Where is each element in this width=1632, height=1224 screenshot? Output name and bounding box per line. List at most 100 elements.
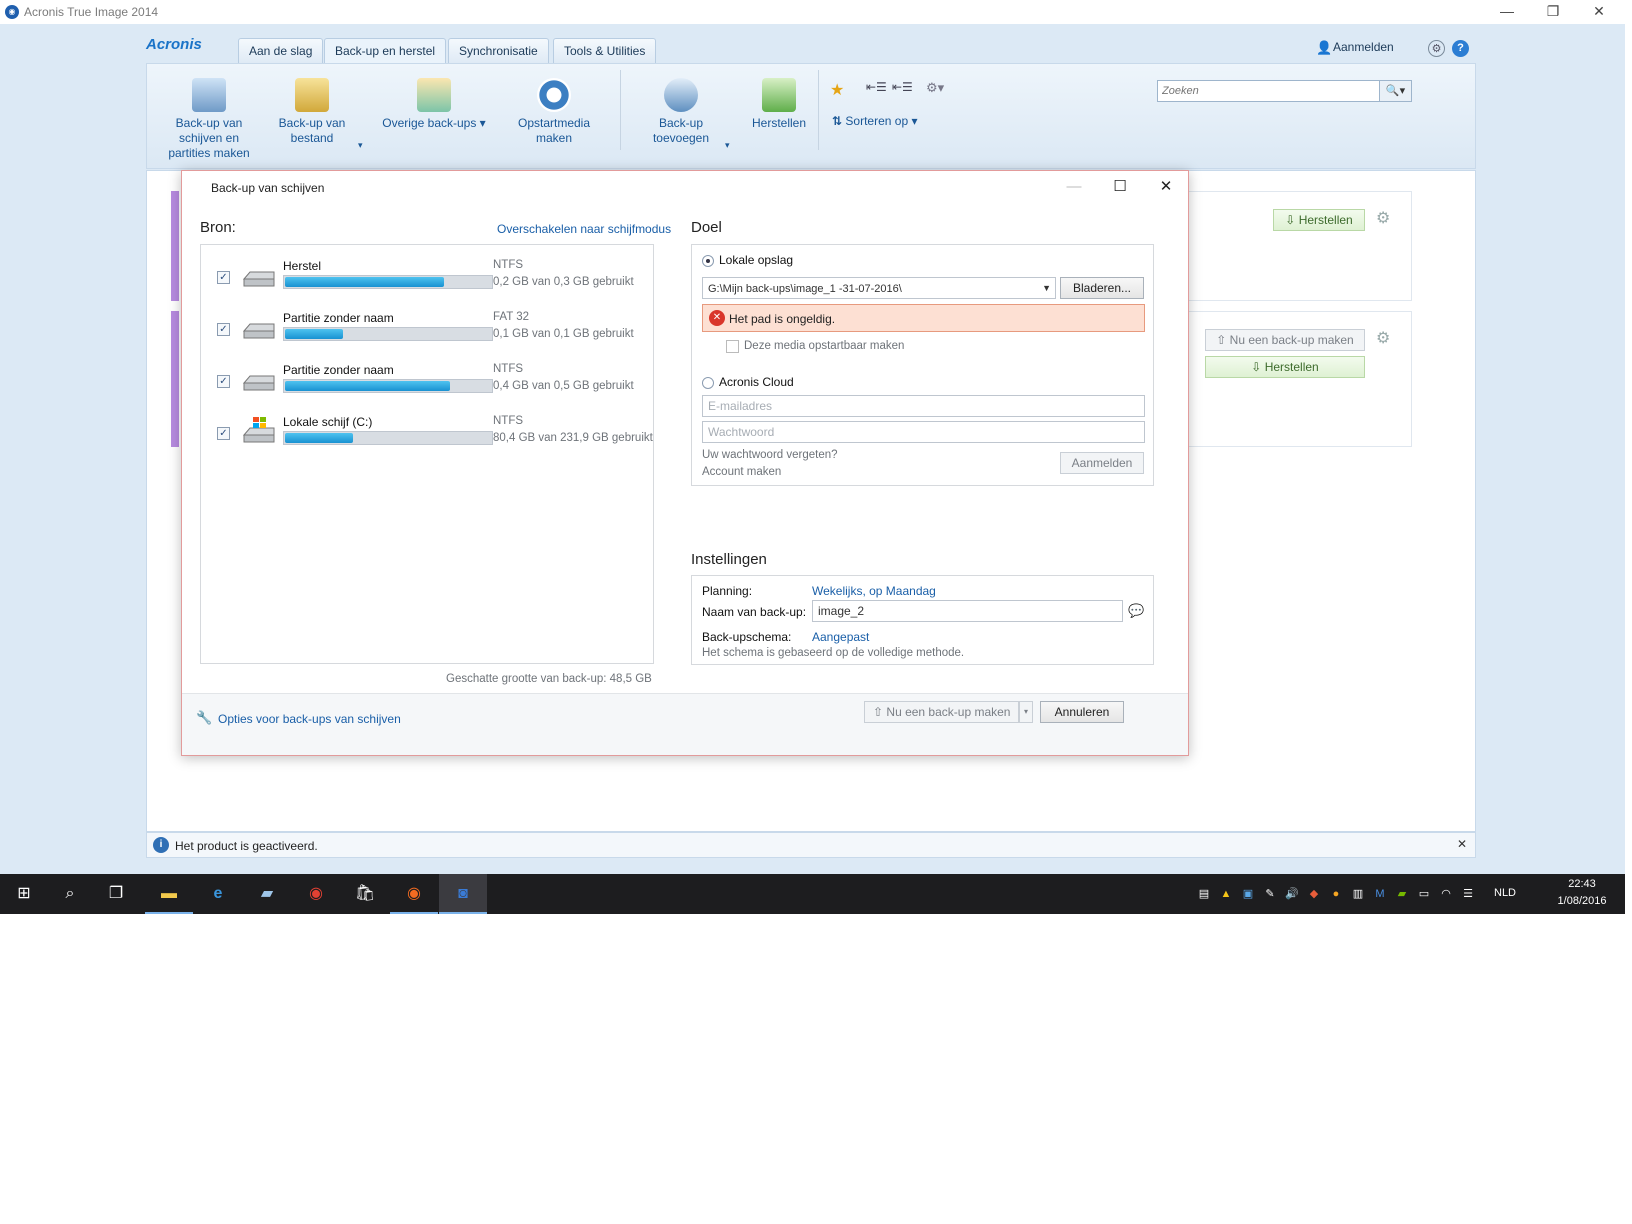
status-bar: i Het product is geactiveerd. ✕: [146, 832, 1476, 858]
search-icon[interactable]: 🔍▾: [1379, 81, 1411, 101]
tray-device-icon[interactable]: ▤: [1196, 886, 1212, 902]
forgot-password-link[interactable]: Uw wachtwoord vergeten?: [702, 449, 838, 461]
bootable-checkbox[interactable]: [726, 340, 739, 353]
search-box: 🔍▾: [1157, 80, 1412, 102]
gear-icon[interactable]: ⚙: [1428, 40, 1445, 57]
path-field[interactable]: G:\Mijn back-ups\image_1 -31-07-2016\ ▼: [702, 277, 1056, 299]
clock-date[interactable]: 1/08/2016: [1552, 895, 1612, 907]
partition-usage-bar: [283, 275, 493, 289]
add-backup-button[interactable]: Back-up toevoegen: [648, 78, 714, 146]
path-dropdown-icon[interactable]: ▼: [1042, 278, 1051, 298]
chrome-icon[interactable]: ◉: [292, 874, 340, 914]
email-field[interactable]: E-mailadres: [702, 395, 1145, 417]
partition-checkbox[interactable]: ✓: [217, 427, 230, 440]
local-storage-radio[interactable]: [702, 255, 714, 267]
signin-link[interactable]: Aanmelden: [1333, 40, 1394, 54]
status-close-icon[interactable]: ✕: [1457, 837, 1467, 851]
backup-now-dropdown-icon[interactable]: ▾: [1019, 701, 1033, 723]
tray-app-icon[interactable]: ▣: [1240, 886, 1256, 902]
card-backup-now-button[interactable]: ⇧ Nu een back-up maken: [1205, 329, 1365, 351]
disk-backup-button[interactable]: Back-up van schijven en partities maken: [166, 78, 252, 161]
cloud-login-button[interactable]: Aanmelden: [1060, 452, 1144, 474]
minimize-icon[interactable]: —: [1484, 0, 1530, 24]
boot-media-button[interactable]: Opstartmedia maken: [514, 78, 594, 146]
search-input[interactable]: [1158, 81, 1378, 101]
sort-label: Sorteren op: [845, 114, 909, 128]
nvidia-icon[interactable]: ▰: [1394, 886, 1410, 902]
tab-backup-en-herstel[interactable]: Back-up en herstel: [324, 38, 447, 65]
tray-app-icon[interactable]: ●: [1328, 886, 1344, 902]
sort-button[interactable]: ⇅ Sorteren op ▾: [832, 114, 917, 128]
app-icon[interactable]: ▰: [243, 874, 291, 914]
partition-usage: 0,1 GB van 0,1 GB gebruikt: [493, 328, 634, 340]
source-heading: Bron:: [200, 219, 236, 236]
partition-row[interactable]: ✓ Herstel NTFS 0,2 GB van 0,3 GB gebruik…: [201, 259, 653, 307]
edge-icon[interactable]: e: [194, 874, 242, 914]
restore-small-icon: ⇩: [1285, 213, 1296, 227]
tray-app-icon[interactable]: ▥: [1350, 886, 1366, 902]
partition-row[interactable]: ✓ Partitie zonder naam NTFS 0,4 GB van 0…: [201, 363, 653, 411]
clock-time[interactable]: 22:43: [1552, 878, 1612, 890]
dialog-minimize-icon[interactable]: —: [1054, 175, 1094, 199]
card-gear-icon[interactable]: ⚙: [1376, 328, 1390, 348]
partition-row[interactable]: ✓ Lokale schijf (C:) NTFS 80,4 GB van 23…: [201, 415, 653, 463]
backup-name-input[interactable]: image_2: [812, 600, 1123, 622]
settings-dropdown-icon[interactable]: ⚙▾: [926, 80, 944, 96]
password-field[interactable]: Wachtwoord: [702, 421, 1145, 443]
action-center-icon[interactable]: ☰: [1460, 886, 1476, 902]
create-account-link[interactable]: Account maken: [702, 466, 781, 478]
help-icon[interactable]: ?: [1452, 40, 1469, 57]
file-explorer-icon[interactable]: ▬: [145, 874, 193, 914]
restore-icon[interactable]: ❐: [1530, 0, 1576, 24]
user-icon: 👤: [1316, 40, 1333, 55]
star-icon[interactable]: ★: [830, 80, 844, 100]
tab-aan-de-slag[interactable]: Aan de slag: [238, 38, 324, 63]
list-view-icon[interactable]: ⇤☰: [866, 80, 887, 94]
partition-checkbox[interactable]: ✓: [217, 323, 230, 336]
start-icon[interactable]: ⊞: [0, 874, 48, 914]
partition-row[interactable]: ✓ Partitie zonder naam FAT 32 0,1 GB van…: [201, 311, 653, 359]
firefox-icon[interactable]: ◉: [390, 874, 438, 914]
restore-button[interactable]: Herstellen: [748, 78, 810, 131]
tray-app-icon[interactable]: ▭: [1416, 886, 1432, 902]
cancel-button[interactable]: Annuleren: [1040, 701, 1124, 723]
file-backup-dropdown-icon[interactable]: ▾: [358, 140, 363, 151]
file-backup-button[interactable]: Back-up van bestand: [272, 78, 352, 146]
task-view-icon[interactable]: ❐: [92, 874, 140, 914]
acronis-taskbar-icon[interactable]: ◙: [439, 874, 487, 914]
tab-synchronisatie[interactable]: Synchronisatie: [448, 38, 549, 63]
wifi-icon[interactable]: ◠: [1438, 886, 1454, 902]
google-drive-icon[interactable]: ▲: [1218, 886, 1234, 902]
dialog-title: Back-up van schijven: [211, 181, 325, 195]
scheme-link[interactable]: Aangepast: [812, 630, 869, 644]
volume-icon[interactable]: 🔊: [1284, 886, 1300, 902]
dialog-maximize-icon[interactable]: ☐: [1100, 175, 1140, 199]
store-icon[interactable]: 🛍: [341, 874, 389, 914]
backup-name-label: Naam van back-up:: [702, 605, 807, 619]
browse-button[interactable]: Bladeren...: [1060, 277, 1144, 299]
close-icon[interactable]: ✕: [1576, 0, 1622, 24]
add-backup-dropdown-icon[interactable]: ▾: [725, 140, 730, 151]
tab-tools-utilities[interactable]: Tools & Utilities: [553, 38, 657, 63]
cloud-radio[interactable]: [702, 377, 714, 389]
partition-checkbox[interactable]: ✓: [217, 375, 230, 388]
other-backups-button[interactable]: Overige back-ups ▾: [380, 78, 488, 131]
tray-tool-icon[interactable]: ✎: [1262, 886, 1278, 902]
backup-now-icon: ⇧: [873, 705, 884, 719]
dialog-close-icon[interactable]: ✕: [1146, 175, 1186, 199]
comment-icon[interactable]: 💬: [1128, 603, 1144, 619]
detail-view-icon[interactable]: ⇤☰: [892, 80, 913, 94]
windows-drive-icon: [241, 415, 277, 443]
tray-app-icon[interactable]: ◆: [1306, 886, 1322, 902]
language-indicator[interactable]: NLD: [1494, 887, 1516, 899]
schedule-link[interactable]: Wekelijks, op Maandag: [812, 584, 936, 598]
search-taskbar-icon[interactable]: ⌕: [46, 874, 94, 914]
tray-app-icon[interactable]: M: [1372, 886, 1388, 902]
disk-backup-options-link[interactable]: Opties voor back-ups van schijven: [218, 712, 401, 726]
card-restore-button[interactable]: ⇩ Herstellen: [1205, 356, 1365, 378]
switch-mode-link[interactable]: Overschakelen naar schijfmodus: [497, 222, 671, 236]
partition-checkbox[interactable]: ✓: [217, 271, 230, 284]
card-gear-icon[interactable]: ⚙: [1376, 208, 1390, 228]
backup-now-button[interactable]: ⇧ Nu een back-up maken: [864, 701, 1019, 723]
card-restore-button[interactable]: ⇩ Herstellen: [1273, 209, 1365, 231]
